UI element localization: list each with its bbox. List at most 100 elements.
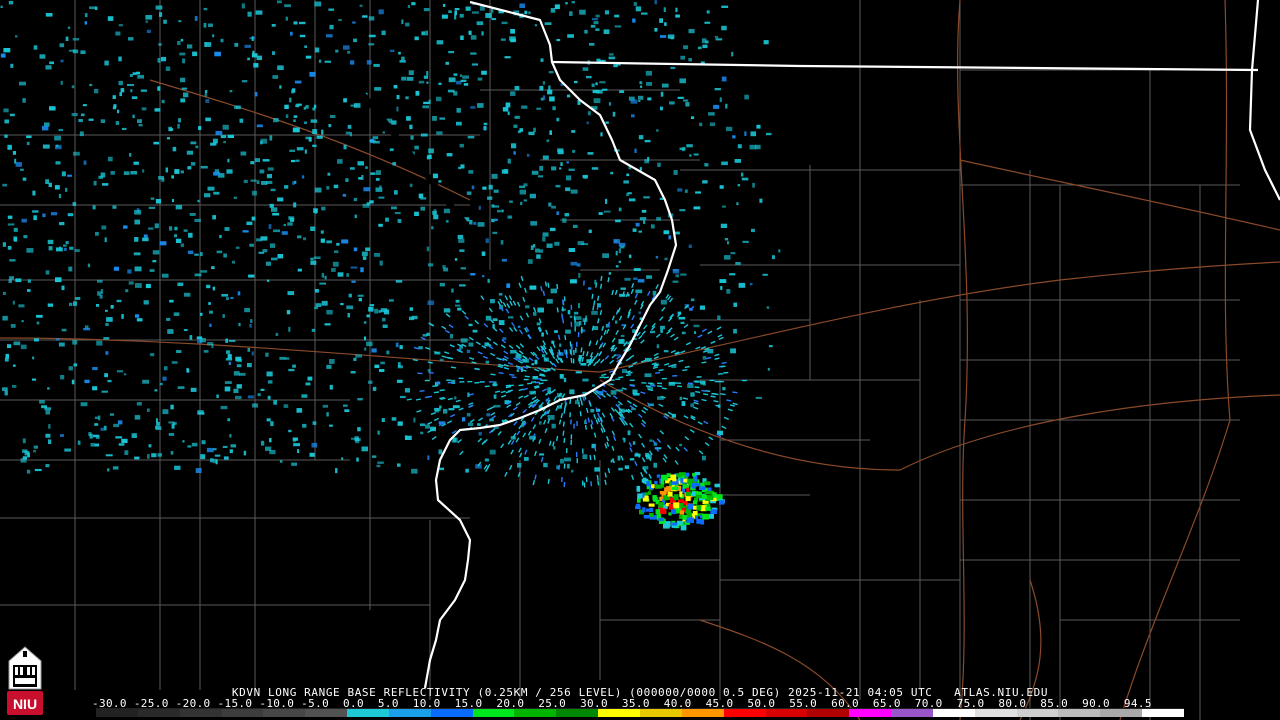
storm-echo (690, 517, 694, 524)
clutter-echo (540, 58, 544, 62)
clutter-echo (198, 126, 202, 130)
clutter-echo (733, 328, 737, 334)
clutter-echo (161, 273, 169, 278)
storm-echo (683, 478, 688, 483)
clutter-echo (320, 230, 324, 234)
clutter-echo (224, 381, 232, 384)
clutter-spoke (645, 385, 651, 388)
storm-echo (667, 491, 673, 497)
clutter-echo (316, 135, 323, 139)
clutter-echo (197, 410, 204, 414)
clutter-echo (313, 256, 321, 259)
clutter-echo (539, 453, 545, 456)
clutter-echo (680, 321, 685, 324)
clutter-echo (157, 58, 161, 63)
clutter-echo (309, 452, 315, 457)
clutter-echo (7, 344, 12, 348)
clutter-echo (235, 395, 242, 400)
clutter-echo (610, 390, 617, 395)
clutter-echo (26, 248, 34, 253)
clutter-echo (581, 243, 589, 246)
clutter-echo (693, 324, 700, 328)
clutter-echo (0, 53, 6, 58)
clutter-echo (363, 187, 371, 192)
clutter-echo (352, 21, 356, 24)
clutter-echo (432, 116, 437, 121)
storm-echo (642, 507, 646, 513)
clutter-echo (618, 467, 623, 471)
clutter-echo (460, 79, 467, 82)
clutter-echo (155, 199, 162, 204)
clutter-echo (22, 98, 26, 103)
clutter-echo (492, 383, 498, 386)
clutter-echo (404, 435, 408, 440)
clutter-echo (428, 99, 431, 104)
clutter-echo (189, 213, 196, 216)
clutter-echo (563, 377, 567, 383)
clutter-echo (177, 41, 181, 45)
clutter-echo (466, 349, 471, 354)
clutter-echo (288, 368, 295, 372)
clutter-echo (519, 3, 525, 8)
clutter-echo (287, 222, 293, 226)
clutter-echo (63, 244, 67, 247)
clutter-echo (406, 116, 411, 121)
clutter-echo (208, 302, 211, 305)
clutter-echo (369, 304, 375, 307)
clutter-echo (3, 108, 9, 113)
clutter-echo (68, 366, 73, 371)
clutter-echo (433, 214, 439, 220)
clutter-echo (116, 299, 122, 303)
clutter-echo (766, 306, 770, 309)
clutter-echo (18, 304, 25, 308)
clutter-echo (222, 445, 228, 448)
clutter-echo (459, 284, 466, 287)
clutter-echo (616, 389, 624, 392)
clutter-spoke (508, 384, 514, 387)
clutter-echo (312, 144, 317, 147)
clutter-echo (529, 285, 537, 290)
storm-echo (692, 472, 696, 477)
clutter-echo (311, 328, 315, 332)
clutter-echo (212, 286, 216, 291)
clutter-spoke (556, 307, 559, 313)
clutter-echo (196, 336, 203, 340)
clutter-echo (341, 239, 349, 244)
clutter-echo (523, 183, 528, 187)
clutter-echo (405, 22, 410, 27)
clutter-echo (638, 135, 644, 140)
clutter-echo (589, 43, 595, 46)
clutter-echo (161, 56, 167, 62)
clutter-echo (638, 100, 641, 102)
clutter-echo (498, 320, 505, 325)
clutter-echo (249, 324, 252, 328)
clutter-echo (9, 259, 16, 262)
clutter-echo (268, 224, 272, 229)
clutter-echo (27, 279, 31, 283)
clutter-echo (110, 413, 114, 416)
clutter-echo (714, 88, 721, 91)
clutter-echo (353, 103, 361, 108)
clutter-echo (506, 283, 511, 288)
storm-echo (707, 495, 714, 501)
clutter-echo (362, 15, 368, 18)
clutter-spoke (596, 304, 599, 310)
clutter-echo (473, 221, 477, 225)
clutter-spoke (591, 293, 594, 299)
clutter-echo (688, 58, 692, 62)
clutter-echo (423, 8, 430, 12)
clutter-echo (559, 343, 562, 347)
clutter-echo (58, 342, 65, 347)
clutter-echo (65, 241, 69, 245)
clutter-echo (485, 13, 492, 18)
storm-echo (696, 505, 702, 510)
clutter-echo (132, 72, 137, 75)
clutter-echo (436, 40, 444, 45)
clutter-echo (477, 423, 481, 426)
clutter-echo (428, 263, 434, 267)
clutter-echo (98, 415, 101, 421)
clutter-echo (737, 144, 742, 149)
clutter-echo (717, 315, 721, 320)
clutter-echo (293, 115, 298, 118)
clutter-spoke (498, 372, 504, 375)
